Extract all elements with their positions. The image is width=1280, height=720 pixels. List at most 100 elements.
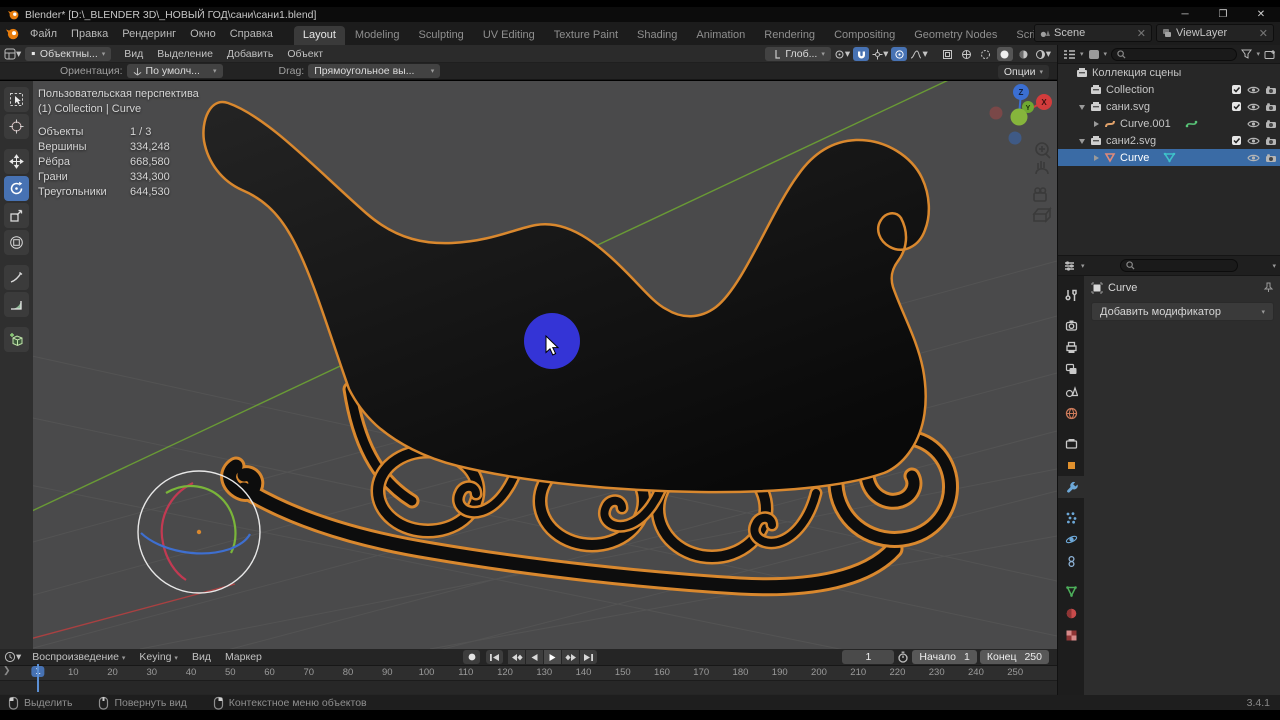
properties-tab-constraints[interactable] xyxy=(1058,550,1084,572)
nav-axis-minus-x[interactable] xyxy=(989,106,1003,120)
outliner-row-сани.svg[interactable]: сани.svg xyxy=(1058,98,1280,115)
proportional-editing-button[interactable] xyxy=(891,47,908,61)
outliner-row-коллекция-сцены[interactable]: Коллекция сцены xyxy=(1058,64,1280,81)
properties-tab-particles[interactable] xyxy=(1058,506,1084,528)
scene-selector[interactable]: Scene ✕ xyxy=(1034,24,1152,42)
properties-tab-modifiers[interactable] xyxy=(1058,476,1084,498)
camera-toggle-icon[interactable] xyxy=(1265,85,1277,95)
annotate-tool-button[interactable] xyxy=(4,265,29,290)
eye-toggle-icon[interactable] xyxy=(1247,153,1260,163)
properties-search-input[interactable] xyxy=(1119,259,1238,272)
unlink-viewlayer-icon[interactable]: ✕ xyxy=(1259,27,1268,40)
properties-tab-world[interactable] xyxy=(1058,402,1084,424)
play-reverse-button[interactable] xyxy=(526,650,543,664)
transform-orientation-dropdown[interactable]: Глоб... ▾ xyxy=(765,47,831,61)
auto-keying-icon[interactable] xyxy=(897,651,909,663)
properties-tab-material[interactable] xyxy=(1058,602,1084,624)
proportional-falloff-button[interactable]: ▾ xyxy=(910,47,928,61)
camera-toggle-icon[interactable] xyxy=(1265,102,1277,112)
topbar-menu-0[interactable]: Файл xyxy=(23,25,64,43)
camera-toggle-icon[interactable] xyxy=(1265,119,1277,129)
outliner-row-сани2.svg[interactable]: сани2.svg xyxy=(1058,132,1280,149)
shading-solid-button[interactable] xyxy=(996,47,1013,61)
disclosure-icon[interactable] xyxy=(1078,137,1089,145)
shading-material-button[interactable] xyxy=(1016,47,1032,61)
timeline-menu-0[interactable]: Воспроизведение ▾ xyxy=(25,648,132,666)
blender-menu-icon[interactable] xyxy=(6,27,19,40)
outliner-filter-button[interactable] xyxy=(1241,49,1253,59)
pin-icon[interactable] xyxy=(1263,282,1274,293)
outliner-search-input[interactable] xyxy=(1111,47,1238,61)
ortho-toggle-button[interactable] xyxy=(1032,206,1052,223)
topbar-menu-2[interactable]: Рендеринг xyxy=(115,25,183,43)
outliner-row-curve.001[interactable]: Curve.001 xyxy=(1058,115,1280,132)
frame-start-field[interactable]: Начало 1 xyxy=(912,650,977,664)
close-button[interactable]: ✕ xyxy=(1242,7,1280,22)
options-dropdown[interactable]: Опции ▾ xyxy=(997,65,1049,79)
zoom-button[interactable] xyxy=(1035,142,1051,159)
select-box-tool-button[interactable] xyxy=(4,87,29,112)
workspace-tab-layout[interactable]: Layout xyxy=(293,26,345,45)
disclosure-icon[interactable] xyxy=(1092,120,1103,128)
properties-tab-physics[interactable] xyxy=(1058,528,1084,550)
properties-tab-data[interactable] xyxy=(1058,580,1084,602)
eye-toggle-icon[interactable] xyxy=(1247,85,1260,95)
workspace-tab-animation[interactable]: Animation xyxy=(687,26,754,45)
check-toggle-icon[interactable] xyxy=(1231,84,1242,95)
overlays-button[interactable] xyxy=(959,47,975,61)
shading-rendered-button[interactable]: ▾ xyxy=(1035,47,1051,61)
record-button[interactable] xyxy=(463,650,480,664)
show-gizmo-button[interactable] xyxy=(940,47,956,61)
topbar-menu-3[interactable]: Окно xyxy=(183,25,223,43)
eye-toggle-icon[interactable] xyxy=(1247,136,1260,146)
check-toggle-icon[interactable] xyxy=(1231,101,1242,112)
viewport-menu-0[interactable]: Вид xyxy=(117,45,150,63)
camera-view-button[interactable] xyxy=(1033,187,1047,202)
measure-tool-button[interactable] xyxy=(4,292,29,317)
camera-toggle-icon[interactable] xyxy=(1265,153,1277,163)
viewport-menu-2[interactable]: Добавить xyxy=(220,45,280,63)
workspace-tab-texture-paint[interactable]: Texture Paint xyxy=(545,26,627,45)
disclosure-icon[interactable] xyxy=(1078,103,1089,111)
properties-editor-type-button[interactable] xyxy=(1063,260,1076,272)
properties-tab-tool[interactable] xyxy=(1058,284,1084,306)
timeline-menu-2[interactable]: Вид xyxy=(185,648,218,666)
jump-to-end-button[interactable] xyxy=(580,650,597,664)
rotate-gizmo[interactable] xyxy=(137,470,261,594)
timeline-menu-3[interactable]: Маркер xyxy=(218,648,269,666)
properties-tab-collection[interactable] xyxy=(1058,432,1084,454)
timeline-menu-1[interactable]: Keying ▾ xyxy=(132,648,185,666)
unlink-scene-icon[interactable]: ✕ xyxy=(1137,27,1146,40)
sleigh-body[interactable] xyxy=(202,100,931,494)
drag-dropdown[interactable]: Прямоугольное вы... ▾ xyxy=(308,64,441,78)
outliner-row-collection[interactable]: Collection xyxy=(1058,81,1280,98)
properties-tab-output[interactable] xyxy=(1058,336,1084,358)
pan-button[interactable] xyxy=(1035,161,1049,175)
viewlayer-selector[interactable]: ViewLayer ✕ xyxy=(1156,24,1274,42)
new-collection-button[interactable] xyxy=(1264,49,1276,60)
outliner-display-mode-button[interactable] xyxy=(1088,49,1100,60)
channel-expand-icon[interactable]: ❯ xyxy=(3,665,11,676)
move-tool-button[interactable] xyxy=(4,149,29,174)
frame-end-field[interactable]: Конец 250 xyxy=(979,650,1049,664)
minimize-button[interactable]: ─ xyxy=(1166,7,1204,22)
workspace-tab-rendering[interactable]: Rendering xyxy=(755,26,824,45)
snap-toggle-button[interactable] xyxy=(853,47,870,61)
add-modifier-button[interactable]: Добавить модификатор ▾ xyxy=(1091,302,1274,321)
timeline-editor-type-button[interactable]: ▾ xyxy=(4,650,21,664)
mode-dropdown[interactable]: Объектны... ▾ xyxy=(25,46,112,61)
cursor-tool-button[interactable] xyxy=(4,114,29,139)
nav-axis-minus-z[interactable] xyxy=(1008,131,1022,145)
add-cube-tool-button[interactable] xyxy=(4,327,29,352)
workspace-tab-geometry-nodes[interactable]: Geometry Nodes xyxy=(905,26,1006,45)
play-button[interactable] xyxy=(544,650,561,664)
check-toggle-icon[interactable] xyxy=(1231,135,1242,146)
jump-to-start-button[interactable] xyxy=(486,650,503,664)
workspace-tab-compositing[interactable]: Compositing xyxy=(825,26,904,45)
rotate-tool-button[interactable] xyxy=(4,176,29,201)
playhead[interactable] xyxy=(37,664,39,692)
topbar-menu-1[interactable]: Правка xyxy=(64,25,115,43)
viewport-3d[interactable]: Z X Y Пользовательская перспектива (1) C… xyxy=(0,81,1057,649)
properties-tab-object[interactable] xyxy=(1058,454,1084,476)
topbar-menu-4[interactable]: Справка xyxy=(223,25,280,43)
